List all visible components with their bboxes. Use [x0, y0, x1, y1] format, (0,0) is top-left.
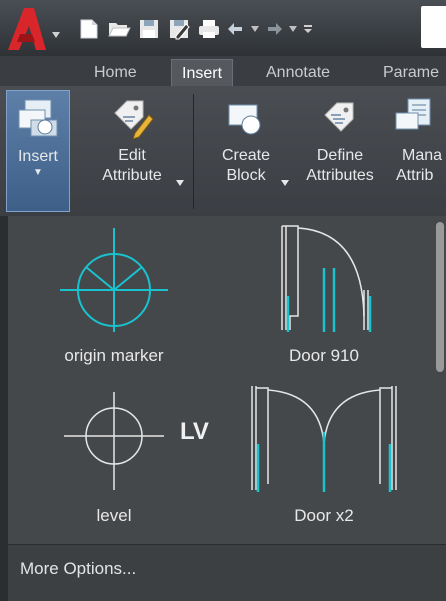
insert-button[interactable]: Insert ▼ — [6, 90, 70, 212]
panel-separator — [193, 94, 194, 209]
door-910-icon — [281, 225, 372, 332]
insert-block-icon — [7, 91, 69, 147]
save-as-icon[interactable] — [164, 14, 194, 44]
level-tag: LV — [180, 418, 209, 445]
tab-home[interactable]: Home — [84, 59, 147, 86]
create-block-icon — [204, 90, 288, 146]
block-gallery-window: Home Insert Annotate Parame Insert ▼ Edi… — [0, 0, 446, 601]
edit-attribute-button[interactable]: Edit Attribute — [82, 90, 182, 186]
new-icon[interactable] — [74, 14, 104, 44]
redo-icon[interactable] — [262, 14, 286, 44]
more-options[interactable]: More Options... — [8, 544, 446, 601]
edit-attribute-icon — [82, 90, 182, 146]
manage-attributes-line2: Attrib — [396, 167, 434, 184]
block-gallery: origin marker Door 910 LV level Door x2 — [8, 216, 446, 544]
insert-dropdown-icon: ▼ — [33, 167, 43, 178]
gallery-scrollbar[interactable] — [434, 222, 446, 538]
undo-dropdown-icon[interactable] — [248, 14, 262, 44]
search-field[interactable] — [421, 6, 446, 48]
more-options-label: More Options... — [20, 559, 137, 578]
ribbon-panel: Insert ▼ Edit Attribute Create Block Def… — [0, 86, 446, 217]
define-attributes-icon — [294, 90, 386, 146]
create-block-dropdown-icon[interactable] — [281, 180, 289, 186]
autocad-logo-icon — [8, 8, 60, 50]
create-block-line2: Block — [226, 167, 266, 184]
save-icon[interactable] — [134, 14, 164, 44]
undo-icon[interactable] — [224, 14, 248, 44]
create-block-line1: Create — [221, 147, 271, 164]
scrollbar-thumb[interactable] — [436, 222, 444, 372]
edit-attribute-line1: Edit — [118, 147, 146, 164]
ribbon-tabs: Home Insert Annotate Parame — [0, 56, 446, 87]
application-menu-button[interactable] — [2, 4, 64, 54]
door-x2-icon — [251, 386, 397, 492]
tab-annotate[interactable]: Annotate — [256, 59, 340, 86]
define-attributes-button[interactable]: Define Attributes — [294, 90, 386, 186]
redo-dropdown-icon[interactable] — [286, 14, 300, 44]
open-icon[interactable] — [104, 14, 134, 44]
tab-insert[interactable]: Insert — [171, 59, 234, 87]
tab-parametric[interactable]: Parame — [373, 59, 446, 86]
quick-access-toolbar — [0, 0, 446, 56]
define-attributes-line1: Define — [316, 147, 364, 164]
origin-marker-label: origin marker — [64, 346, 164, 365]
define-attributes-line2: Attributes — [306, 167, 374, 184]
create-block-button[interactable]: Create Block — [204, 90, 288, 186]
manage-attributes-icon — [392, 90, 446, 146]
level-label: level — [96, 506, 132, 525]
manage-attributes-line1: Mana — [402, 147, 443, 164]
insert-button-label: Insert — [17, 148, 58, 165]
gallery-item-door-x2[interactable]: Door x2 — [224, 380, 424, 540]
left-edge — [0, 216, 8, 601]
door-910-label: Door 910 — [289, 346, 359, 365]
customize-toolbar-icon[interactable] — [300, 14, 316, 44]
gallery-item-door-910[interactable]: Door 910 — [224, 220, 424, 380]
manage-attributes-button[interactable]: Mana Attrib — [392, 90, 446, 186]
edit-attribute-dropdown-icon[interactable] — [176, 180, 184, 186]
edit-attribute-line2: Attribute — [102, 167, 162, 184]
door-x2-label: Door x2 — [294, 506, 354, 525]
plot-icon[interactable] — [194, 14, 224, 44]
gallery-item-level[interactable]: LV level — [14, 380, 214, 540]
gallery-item-origin-marker[interactable]: origin marker — [14, 220, 214, 380]
origin-marker-icon — [60, 228, 168, 332]
